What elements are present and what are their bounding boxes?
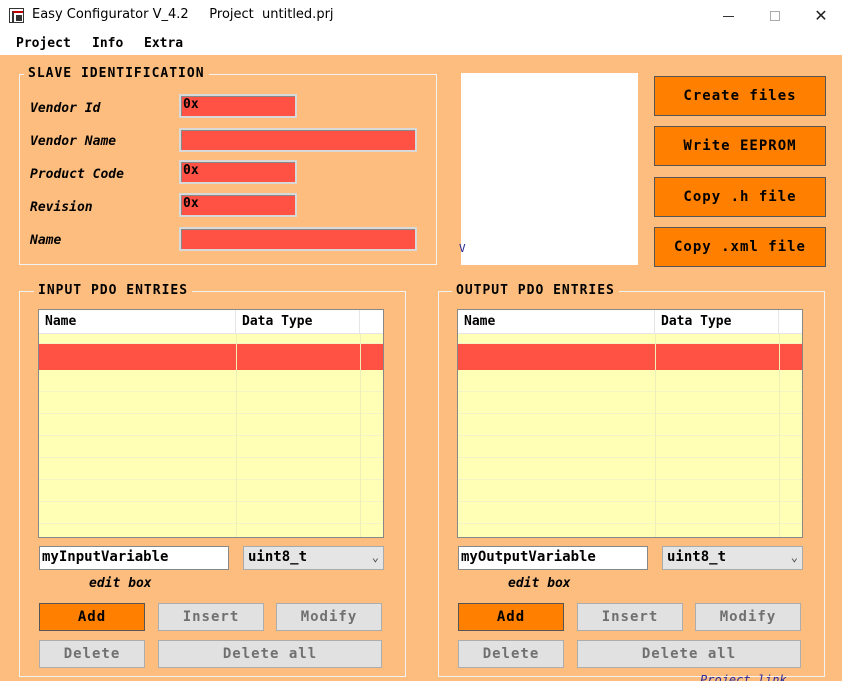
footer-link[interactable]: Project link <box>700 673 787 681</box>
output-modify-button[interactable]: Modify <box>695 603 801 631</box>
column-separator <box>779 334 780 537</box>
output-delete-all-button[interactable]: Delete all <box>577 640 801 668</box>
menu-info[interactable]: Info <box>92 36 123 51</box>
vendor-name-label: Vendor Name <box>30 134 117 149</box>
output-pdo-title: OUTPUT PDO ENTRIES <box>452 283 619 298</box>
window-title: Easy Configurator V_4.2 Project untitled… <box>32 7 334 22</box>
write-eeprom-button[interactable]: Write EEPROM <box>654 126 826 166</box>
image-mark: V <box>459 242 466 255</box>
name-input[interactable] <box>179 227 417 251</box>
list-row[interactable] <box>39 502 383 524</box>
list-row[interactable] <box>39 334 383 344</box>
input-edit-box-caption: edit box <box>89 576 152 591</box>
minimize-icon <box>722 15 734 17</box>
list-row[interactable] <box>458 370 802 392</box>
title-bar: Easy Configurator V_4.2 Project untitled… <box>0 0 842 32</box>
revision-input[interactable]: 0x <box>179 193 297 217</box>
output-variable-name-field[interactable]: myOutputVariable <box>458 546 648 570</box>
device-image-box <box>461 73 638 265</box>
input-delete-button[interactable]: Delete <box>39 640 145 668</box>
input-data-type-value: uint8_t <box>248 549 308 565</box>
input-data-type-select[interactable]: uint8_t ⌄ <box>243 546 384 570</box>
output-insert-button[interactable]: Insert <box>577 603 683 631</box>
input-column-data-type[interactable]: Data Type <box>236 310 360 334</box>
list-row[interactable] <box>39 370 383 392</box>
maximize-button[interactable] <box>752 0 798 32</box>
input-pdo-list-header: Name Data Type <box>39 310 383 334</box>
vendor-id-input[interactable]: 0x <box>179 94 297 118</box>
input-pdo-list[interactable]: Name Data Type <box>38 309 384 538</box>
close-button[interactable]: ✕ <box>798 0 842 32</box>
input-insert-button[interactable]: Insert <box>158 603 264 631</box>
column-separator <box>655 334 656 537</box>
input-column-name[interactable]: Name <box>39 310 236 334</box>
list-row[interactable] <box>458 502 802 524</box>
output-data-type-value: uint8_t <box>667 549 727 565</box>
output-pdo-list-header: Name Data Type <box>458 310 802 334</box>
input-pdo-title: INPUT PDO ENTRIES <box>34 283 193 298</box>
input-variable-name-field[interactable]: myInputVariable <box>39 546 229 570</box>
input-delete-all-button[interactable]: Delete all <box>158 640 382 668</box>
list-row-selected[interactable] <box>458 344 802 370</box>
list-row-selected[interactable] <box>39 344 383 370</box>
output-pdo-list[interactable]: Name Data Type <box>457 309 803 538</box>
list-row[interactable] <box>458 436 802 458</box>
list-row[interactable] <box>458 334 802 344</box>
list-row[interactable] <box>39 414 383 436</box>
output-edit-box-caption: edit box <box>508 576 571 591</box>
column-separator <box>236 334 237 537</box>
input-add-button[interactable]: Add <box>39 603 145 631</box>
chevron-down-icon: ⌄ <box>790 550 798 564</box>
slave-identification-title: SLAVE IDENTIFICATION <box>24 66 209 81</box>
product-code-input[interactable]: 0x <box>179 160 297 184</box>
input-modify-button[interactable]: Modify <box>276 603 382 631</box>
close-icon: ✕ <box>814 6 828 25</box>
output-column-data-type[interactable]: Data Type <box>655 310 779 334</box>
output-delete-button[interactable]: Delete <box>458 640 564 668</box>
list-row[interactable] <box>39 392 383 414</box>
column-separator <box>360 334 361 537</box>
list-row[interactable] <box>458 414 802 436</box>
list-row[interactable] <box>39 436 383 458</box>
list-row[interactable] <box>39 480 383 502</box>
minimize-button[interactable] <box>705 0 751 32</box>
create-files-button[interactable]: Create files <box>654 76 826 116</box>
list-row[interactable] <box>458 392 802 414</box>
chevron-down-icon: ⌄ <box>371 550 379 564</box>
output-data-type-select[interactable]: uint8_t ⌄ <box>662 546 803 570</box>
maximize-icon <box>770 11 780 21</box>
list-row[interactable] <box>458 458 802 480</box>
revision-label: Revision <box>30 200 93 215</box>
app-icon[interactable] <box>9 8 24 23</box>
menu-extra[interactable]: Extra <box>144 36 183 51</box>
vendor-name-input[interactable] <box>179 128 417 152</box>
product-code-label: Product Code <box>30 167 124 182</box>
menu-project[interactable]: Project <box>16 36 71 51</box>
menu-bar: Project Info Extra <box>0 32 842 55</box>
output-column-name[interactable]: Name <box>458 310 655 334</box>
name-label: Name <box>30 233 62 248</box>
list-row[interactable] <box>39 458 383 480</box>
copy-xml-file-button[interactable]: Copy .xml file <box>654 227 826 267</box>
vendor-id-label: Vendor Id <box>30 101 101 116</box>
output-add-button[interactable]: Add <box>458 603 564 631</box>
list-row[interactable] <box>458 480 802 502</box>
copy-h-file-button[interactable]: Copy .h file <box>654 177 826 217</box>
